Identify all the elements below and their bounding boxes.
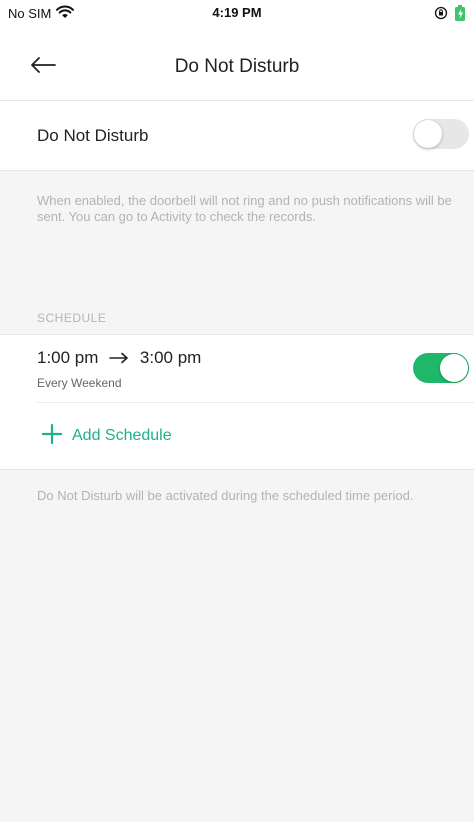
add-schedule-button[interactable]: Add Schedule (41, 419, 172, 453)
right-arrow-icon (109, 349, 129, 369)
header: Do Not Disturb (0, 36, 474, 101)
dnd-row: Do Not Disturb (0, 101, 474, 171)
dnd-label: Do Not Disturb (37, 126, 149, 145)
status-right (434, 4, 468, 27)
dnd-toggle[interactable] (413, 119, 469, 149)
schedule-toggle[interactable] (413, 353, 469, 383)
toggle-knob (440, 354, 468, 382)
schedule-footer-note: Do Not Disturb will be activated during … (37, 488, 414, 503)
orientation-lock-icon (434, 6, 448, 25)
schedule-time-range[interactable]: 1:00 pm 3:00 pm (37, 348, 201, 369)
plus-icon (41, 423, 63, 449)
status-time: 4:19 PM (212, 5, 262, 20)
add-schedule-label: Add Schedule (72, 427, 172, 444)
battery-charging-icon (454, 4, 468, 27)
divider (37, 402, 474, 403)
schedule-end: 3:00 pm (139, 348, 202, 367)
schedule-start: 1:00 pm (37, 348, 99, 367)
schedule-list: 1:00 pm 3:00 pm Every Weekend Add Schedu… (0, 334, 474, 470)
schedule-section-title: SCHEDULE (37, 311, 107, 325)
schedule-repeat: Every Weekend (37, 376, 122, 390)
dnd-description: When enabled, the doorbell will not ring… (37, 193, 452, 224)
page-title: Do Not Disturb (174, 56, 300, 77)
status-bar: No SIM 4:19 PM (0, 0, 474, 36)
toggle-knob (414, 120, 442, 148)
